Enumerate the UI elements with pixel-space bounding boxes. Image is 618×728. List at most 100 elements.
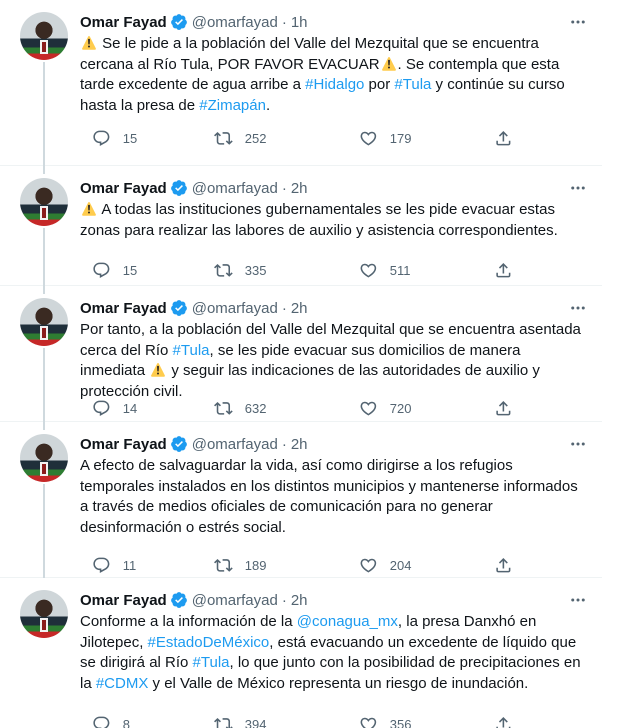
hashtag-link[interactable]: #Zimapán xyxy=(199,97,266,114)
tweet-text: Conforme a la información de la @conagua… xyxy=(80,612,586,694)
author-name[interactable]: Omar Fayad xyxy=(80,14,167,31)
tweet-actions: 8 394 356 xyxy=(80,714,520,728)
share-icon xyxy=(494,399,513,418)
author-handle[interactable]: @omarfayad xyxy=(192,14,278,31)
share-button[interactable] xyxy=(482,398,513,418)
share-icon xyxy=(494,715,513,728)
retweet-icon xyxy=(214,399,233,418)
retweet-icon xyxy=(214,261,233,280)
mention-link[interactable]: @conagua_mx xyxy=(297,613,398,630)
thread-line xyxy=(43,228,45,286)
tweet-time[interactable]: 2h xyxy=(291,592,308,609)
hashtag-link[interactable]: #CDMX xyxy=(96,675,149,692)
more-options-icon[interactable] xyxy=(566,296,590,320)
tweet-time[interactable]: 1h xyxy=(291,14,308,31)
tweet[interactable]: Omar Fayad @omarfayad · 1h Se le pide a … xyxy=(0,0,602,166)
separator-dot: · xyxy=(281,435,287,453)
tweet-text-segment: Conforme a la información de la xyxy=(80,613,297,630)
separator-dot: · xyxy=(281,13,287,31)
hashtag-link[interactable]: #EstadoDeMéxico xyxy=(148,634,270,651)
thread-line xyxy=(43,484,45,578)
hashtag-link[interactable]: #Tula xyxy=(394,76,431,93)
share-button[interactable] xyxy=(482,260,513,280)
like-button[interactable]: 511 xyxy=(347,260,410,280)
tweet-text-segment: A todas las instituciones gubernamentale… xyxy=(80,201,558,239)
avatar[interactable] xyxy=(20,178,68,226)
retweet-icon xyxy=(214,715,233,728)
warning-icon xyxy=(381,55,397,71)
warning-icon xyxy=(81,200,97,216)
like-button[interactable]: 356 xyxy=(347,714,411,728)
reply-button[interactable]: 15 xyxy=(80,128,137,148)
hashtag-link[interactable]: #Hidalgo xyxy=(305,76,364,93)
tweet-time[interactable]: 2h xyxy=(291,180,308,197)
retweet-count: 189 xyxy=(244,557,267,573)
reply-button[interactable]: 14 xyxy=(80,398,137,418)
warning-icon xyxy=(150,361,166,377)
tweet-actions: 11 189 204 xyxy=(80,555,520,575)
tweet-time[interactable]: 2h xyxy=(291,436,308,453)
retweet-button[interactable]: 335 xyxy=(202,260,266,280)
like-button[interactable]: 179 xyxy=(347,128,411,148)
more-options-icon[interactable] xyxy=(566,588,590,612)
share-icon xyxy=(494,556,513,575)
retweet-count: 394 xyxy=(244,716,267,728)
like-icon xyxy=(359,715,378,728)
author-handle[interactable]: @omarfayad xyxy=(192,300,278,317)
like-icon xyxy=(359,261,378,280)
tweet[interactable]: Omar Fayad @omarfayad · 2h Conforme a la… xyxy=(0,578,602,728)
reply-count: 14 xyxy=(122,400,138,416)
reply-icon xyxy=(92,129,111,148)
avatar[interactable] xyxy=(20,434,68,482)
retweet-button[interactable]: 189 xyxy=(202,555,266,575)
retweet-count: 632 xyxy=(244,400,267,416)
like-count: 179 xyxy=(389,130,412,146)
author-handle[interactable]: @omarfayad xyxy=(192,592,278,609)
reply-button[interactable]: 15 xyxy=(80,260,137,280)
avatar[interactable] xyxy=(20,12,68,60)
tweet[interactable]: Omar Fayad @omarfayad · 2h A todas las i… xyxy=(0,166,602,286)
author-name[interactable]: Omar Fayad xyxy=(80,592,167,609)
reply-button[interactable]: 8 xyxy=(80,714,130,728)
tweet-actions: 15 335 511 xyxy=(80,260,520,280)
separator-dot: · xyxy=(281,179,287,197)
retweet-button[interactable]: 252 xyxy=(202,128,266,148)
hashtag-link[interactable]: #Tula xyxy=(193,654,230,671)
warning-icon xyxy=(81,34,97,50)
retweet-button[interactable]: 394 xyxy=(202,714,266,728)
tweet-text-segment: por xyxy=(364,76,395,93)
like-button[interactable]: 204 xyxy=(347,555,411,575)
verified-badge-icon xyxy=(170,180,187,196)
author-handle[interactable]: @omarfayad xyxy=(192,180,278,197)
thread-line xyxy=(43,348,45,422)
more-options-icon[interactable] xyxy=(566,10,590,34)
share-button[interactable] xyxy=(482,555,513,575)
author-name[interactable]: Omar Fayad xyxy=(80,300,167,317)
share-button[interactable] xyxy=(482,128,513,148)
retweet-icon xyxy=(214,129,233,148)
author-name[interactable]: Omar Fayad xyxy=(80,436,167,453)
more-options-icon[interactable] xyxy=(566,432,590,456)
author-name[interactable]: Omar Fayad xyxy=(80,180,167,197)
thread-line xyxy=(43,422,45,430)
tweet-actions: 15 252 179 xyxy=(80,128,520,148)
retweet-icon xyxy=(214,556,233,575)
author-handle[interactable]: @omarfayad xyxy=(192,436,278,453)
more-options-icon[interactable] xyxy=(566,176,590,200)
retweet-button[interactable]: 632 xyxy=(202,398,266,418)
tweet[interactable]: Omar Fayad @omarfayad · 2h Por tanto, a … xyxy=(0,286,602,422)
verified-badge-icon xyxy=(170,300,187,316)
avatar[interactable] xyxy=(20,590,68,638)
tweet-text: A todas las instituciones gubernamentale… xyxy=(80,200,586,241)
separator-dot: · xyxy=(281,299,287,317)
share-button[interactable] xyxy=(482,714,513,728)
tweet-actions: 14 632 720 xyxy=(80,398,520,418)
like-button[interactable]: 720 xyxy=(347,398,411,418)
verified-badge-icon xyxy=(170,592,187,608)
reply-button[interactable]: 11 xyxy=(80,555,136,575)
tweet[interactable]: Omar Fayad @omarfayad · 2h A efecto de s… xyxy=(0,422,602,578)
avatar[interactable] xyxy=(20,298,68,346)
tweet-time[interactable]: 2h xyxy=(291,300,308,317)
hashtag-link[interactable]: #Tula xyxy=(173,342,210,359)
reply-icon xyxy=(92,715,111,728)
